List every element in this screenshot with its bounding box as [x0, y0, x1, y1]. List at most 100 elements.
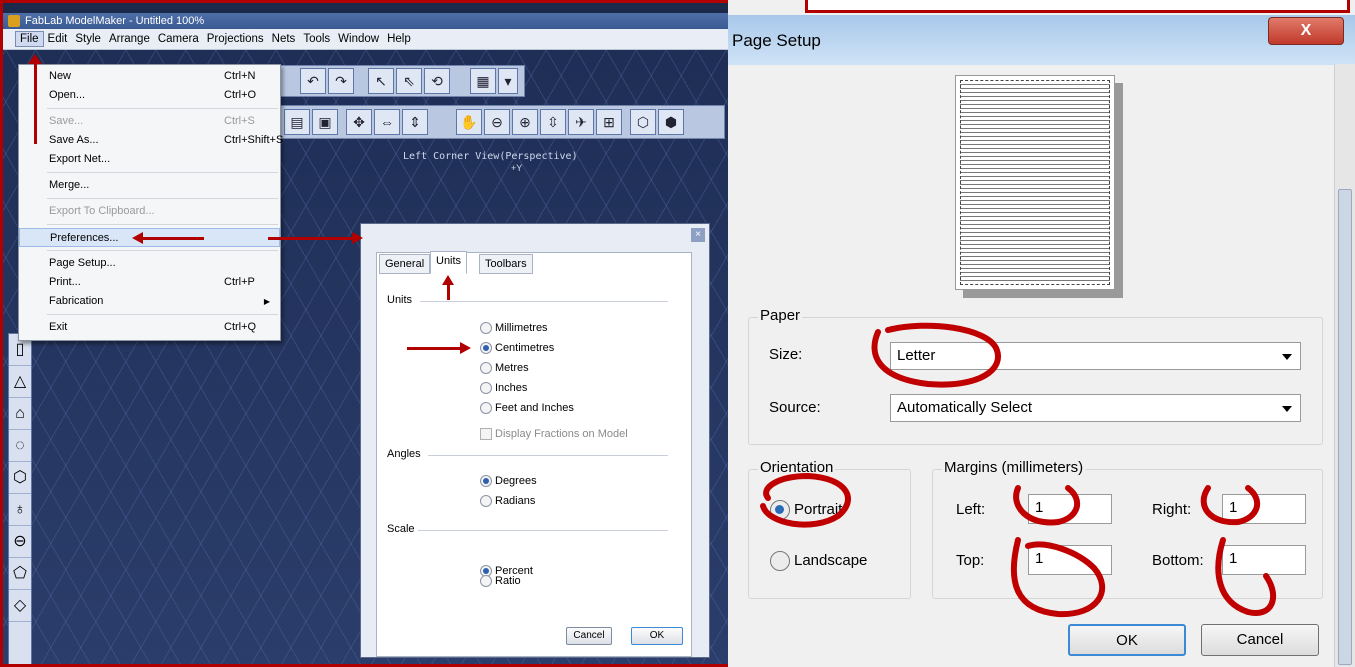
move-icon[interactable]: ✥ — [346, 109, 372, 135]
dialog-title: Page Setup — [732, 31, 821, 50]
menu-item-save[interactable]: Save... Ctrl+S — [19, 112, 280, 131]
view-label: Left Corner View(Perspective) — [403, 151, 578, 162]
close-icon[interactable]: × — [691, 228, 705, 242]
zoom-in-icon[interactable]: ⊕ — [512, 109, 538, 135]
radio-inches[interactable]: Inches — [480, 380, 527, 396]
shortcut: Ctrl+N — [224, 70, 256, 82]
radio-radians[interactable]: Radians — [480, 493, 535, 509]
menu-item-export-net[interactable]: Export Net... — [19, 150, 280, 169]
app-logo-icon — [8, 15, 20, 27]
prefs-ok-button[interactable]: OK — [631, 627, 683, 645]
redo-icon[interactable]: ↷ — [328, 68, 354, 94]
radio-centimetres[interactable]: Centimetres — [480, 340, 554, 356]
arrowhead-icon — [352, 232, 363, 244]
menu-item-label: New — [49, 70, 72, 82]
menu-tools[interactable]: Tools — [299, 32, 334, 46]
grid-icon[interactable]: ▦ — [470, 68, 496, 94]
menu-item-label: Fabrication — [49, 295, 104, 307]
submenu-arrow-icon: ▶ — [263, 297, 270, 306]
radio-millimetres[interactable]: Millimetres — [480, 320, 548, 336]
menu-item-label: Export To Clipboard... — [49, 205, 155, 217]
modelmaker-window: FabLab ModelMaker - Untitled 100% File E… — [0, 0, 732, 667]
zoom-out-icon[interactable]: ⊖ — [484, 109, 510, 135]
cube-solid-icon[interactable]: ⬢ — [658, 109, 684, 135]
menu-item-label: Page Setup... — [49, 257, 116, 269]
pan-horizontal-icon[interactable]: ⇔ — [374, 109, 400, 135]
menu-item-new[interactable]: New Ctrl+N — [19, 67, 280, 86]
arrowhead-icon — [132, 232, 143, 244]
select-arrow-icon[interactable]: ↖ — [368, 68, 394, 94]
menu-item-save-as[interactable]: Save As... Ctrl+Shift+S — [19, 131, 284, 150]
menu-window[interactable]: Window — [334, 32, 383, 46]
vase-icon[interactable]: ♁ — [9, 494, 31, 526]
close-button[interactable]: X — [1268, 17, 1344, 45]
menu-divider — [47, 250, 278, 251]
menu-item-page-setup[interactable]: Page Setup... — [19, 254, 280, 273]
menu-edit[interactable]: Edit — [44, 32, 72, 46]
torus-icon[interactable]: ⊖ — [9, 526, 31, 558]
group-divider — [428, 455, 668, 456]
chevron-down-icon[interactable]: ▾ — [498, 68, 518, 94]
menu-item-fabrication[interactable]: Fabrication ▶ — [19, 292, 280, 311]
rotate-icon[interactable]: ⟲ — [424, 68, 450, 94]
dome-icon[interactable]: ⌂ — [9, 398, 31, 430]
gem-icon[interactable]: ⬠ — [9, 558, 31, 590]
menu-projections[interactable]: Projections — [203, 32, 268, 46]
tab-toolbars[interactable]: Toolbars — [479, 254, 533, 274]
scale-group-label: Scale — [387, 523, 415, 535]
tab-general[interactable]: General — [379, 254, 431, 274]
menu-item-label: Export Net... — [49, 153, 111, 165]
arrowhead-icon — [442, 275, 454, 285]
angles-group-label: Angles — [387, 448, 421, 460]
menu-arrange[interactable]: Arrange — [105, 32, 154, 46]
radio-degrees[interactable]: Degrees — [480, 473, 537, 489]
cube-wire-icon[interactable]: ⬡ — [630, 109, 656, 135]
shortcut: Ctrl+P — [224, 276, 255, 288]
annotation-arrow-preferences — [142, 237, 204, 240]
camera-icon[interactable]: ▣ — [312, 109, 338, 135]
units-group-label: Units — [387, 294, 413, 306]
menu-item-open[interactable]: Open... Ctrl+O — [19, 86, 280, 105]
radio-metres[interactable]: Metres — [480, 360, 529, 376]
shortcut: Ctrl+Q — [224, 321, 257, 333]
circle-top — [1010, 537, 1106, 618]
fly-icon[interactable]: ✈ — [568, 109, 594, 135]
fit-icon[interactable]: ⊞ — [596, 109, 622, 135]
pan-vertical-icon[interactable]: ⇕ — [402, 109, 428, 135]
sphere-icon[interactable]: ◌ — [9, 430, 31, 462]
radio-feet-inches[interactable]: Feet and Inches — [480, 400, 574, 416]
select-multi-icon[interactable]: ⇖ — [396, 68, 422, 94]
menu-style[interactable]: Style — [71, 32, 105, 46]
menu-item-print[interactable]: Print... Ctrl+P — [19, 273, 280, 292]
menu-item-merge[interactable]: Merge... — [19, 176, 280, 195]
shortcut: Ctrl+O — [224, 89, 257, 101]
menu-item-export-clipboard[interactable]: Export To Clipboard... — [19, 202, 280, 221]
menu-item-exit[interactable]: Exit Ctrl+Q — [19, 318, 280, 337]
cone-icon[interactable]: △ — [9, 366, 31, 398]
page-preview — [955, 75, 1115, 290]
misc-shape-icon[interactable]: ◇ — [9, 590, 31, 622]
orbit-icon[interactable]: ⇳ — [540, 109, 566, 135]
undo-icon[interactable]: ↶ — [300, 68, 326, 94]
axis-label: +Y — [511, 163, 523, 173]
radio-ratio[interactable]: Ratio — [480, 573, 521, 589]
menu-camera[interactable]: Camera — [154, 32, 203, 46]
menu-item-label: Merge... — [49, 179, 90, 191]
shortcut: Ctrl+Shift+S — [224, 134, 284, 146]
polyhedron-icon[interactable]: ⬡ — [9, 462, 31, 494]
menu-file[interactable]: File — [15, 31, 44, 47]
fractions-checkbox[interactable]: Display Fractions on Model — [480, 426, 628, 442]
preview-margins — [960, 80, 1110, 285]
menu-help[interactable]: Help — [383, 32, 415, 46]
prefs-cancel-button[interactable]: Cancel — [566, 627, 612, 645]
group-divider — [420, 301, 668, 302]
print-icon[interactable]: ▤ — [284, 109, 310, 135]
tab-units[interactable]: Units — [430, 251, 468, 274]
menu-divider — [47, 108, 278, 109]
menu-divider — [47, 172, 278, 173]
hand-icon[interactable]: ✋ — [456, 109, 482, 135]
menu-nets[interactable]: Nets — [268, 32, 300, 46]
annotation-box — [805, 0, 1350, 13]
menu-item-label: Preferences... — [50, 232, 119, 244]
menu-item-label: Open... — [49, 89, 86, 101]
